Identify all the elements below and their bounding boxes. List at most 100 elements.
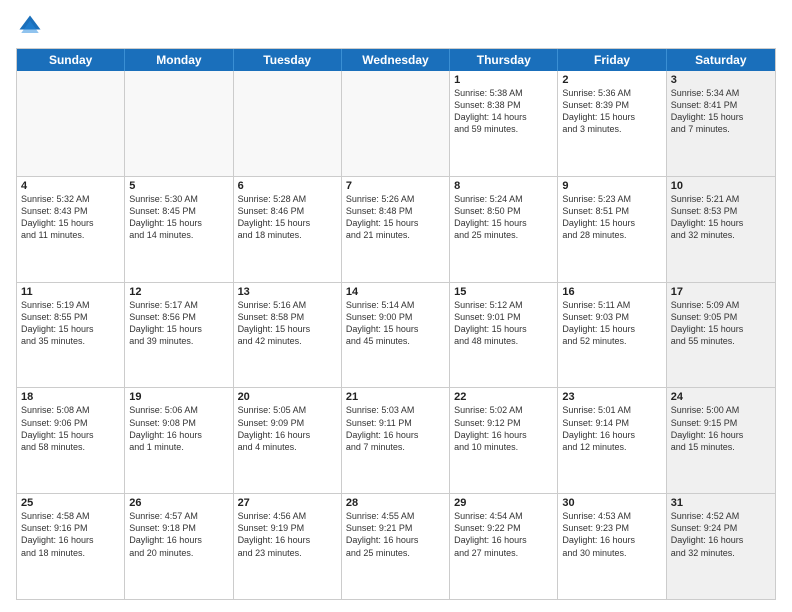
cell-info: Sunrise: 4:54 AM Sunset: 9:22 PM Dayligh… (454, 510, 553, 559)
calendar-cell (125, 71, 233, 176)
calendar-cell (342, 71, 450, 176)
calendar-cell: 29Sunrise: 4:54 AM Sunset: 9:22 PM Dayli… (450, 494, 558, 599)
day-number: 6 (238, 180, 337, 192)
calendar-cell: 30Sunrise: 4:53 AM Sunset: 9:23 PM Dayli… (558, 494, 666, 599)
cell-info: Sunrise: 4:58 AM Sunset: 9:16 PM Dayligh… (21, 510, 120, 559)
day-number: 13 (238, 286, 337, 298)
cell-info: Sunrise: 4:57 AM Sunset: 9:18 PM Dayligh… (129, 510, 228, 559)
day-number: 23 (562, 391, 661, 403)
calendar-cell: 9Sunrise: 5:23 AM Sunset: 8:51 PM Daylig… (558, 177, 666, 282)
cell-info: Sunrise: 4:55 AM Sunset: 9:21 PM Dayligh… (346, 510, 445, 559)
calendar-cell: 6Sunrise: 5:28 AM Sunset: 8:46 PM Daylig… (234, 177, 342, 282)
calendar-cell: 7Sunrise: 5:26 AM Sunset: 8:48 PM Daylig… (342, 177, 450, 282)
calendar-cell: 31Sunrise: 4:52 AM Sunset: 9:24 PM Dayli… (667, 494, 775, 599)
cell-info: Sunrise: 5:01 AM Sunset: 9:14 PM Dayligh… (562, 404, 661, 453)
calendar-week: 11Sunrise: 5:19 AM Sunset: 8:55 PM Dayli… (17, 283, 775, 389)
header-day: Friday (558, 49, 666, 71)
calendar-cell: 26Sunrise: 4:57 AM Sunset: 9:18 PM Dayli… (125, 494, 233, 599)
day-number: 5 (129, 180, 228, 192)
calendar-cell: 11Sunrise: 5:19 AM Sunset: 8:55 PM Dayli… (17, 283, 125, 388)
cell-info: Sunrise: 4:56 AM Sunset: 9:19 PM Dayligh… (238, 510, 337, 559)
cell-info: Sunrise: 5:08 AM Sunset: 9:06 PM Dayligh… (21, 404, 120, 453)
calendar-cell: 18Sunrise: 5:08 AM Sunset: 9:06 PM Dayli… (17, 388, 125, 493)
calendar-cell: 28Sunrise: 4:55 AM Sunset: 9:21 PM Dayli… (342, 494, 450, 599)
day-number: 24 (671, 391, 771, 403)
cell-info: Sunrise: 5:00 AM Sunset: 9:15 PM Dayligh… (671, 404, 771, 453)
header-day: Sunday (17, 49, 125, 71)
day-number: 17 (671, 286, 771, 298)
day-number: 30 (562, 497, 661, 509)
day-number: 10 (671, 180, 771, 192)
header-day: Tuesday (234, 49, 342, 71)
header-day: Thursday (450, 49, 558, 71)
day-number: 20 (238, 391, 337, 403)
day-number: 15 (454, 286, 553, 298)
calendar-body: 1Sunrise: 5:38 AM Sunset: 8:38 PM Daylig… (17, 71, 775, 599)
day-number: 28 (346, 497, 445, 509)
calendar-cell: 24Sunrise: 5:00 AM Sunset: 9:15 PM Dayli… (667, 388, 775, 493)
cell-info: Sunrise: 5:12 AM Sunset: 9:01 PM Dayligh… (454, 299, 553, 348)
calendar-header: SundayMondayTuesdayWednesdayThursdayFrid… (17, 49, 775, 71)
header-day: Wednesday (342, 49, 450, 71)
cell-info: Sunrise: 5:02 AM Sunset: 9:12 PM Dayligh… (454, 404, 553, 453)
calendar-week: 25Sunrise: 4:58 AM Sunset: 9:16 PM Dayli… (17, 494, 775, 599)
cell-info: Sunrise: 5:19 AM Sunset: 8:55 PM Dayligh… (21, 299, 120, 348)
cell-info: Sunrise: 4:52 AM Sunset: 9:24 PM Dayligh… (671, 510, 771, 559)
day-number: 18 (21, 391, 120, 403)
cell-info: Sunrise: 5:32 AM Sunset: 8:43 PM Dayligh… (21, 193, 120, 242)
cell-info: Sunrise: 5:11 AM Sunset: 9:03 PM Dayligh… (562, 299, 661, 348)
cell-info: Sunrise: 5:23 AM Sunset: 8:51 PM Dayligh… (562, 193, 661, 242)
day-number: 27 (238, 497, 337, 509)
cell-info: Sunrise: 5:14 AM Sunset: 9:00 PM Dayligh… (346, 299, 445, 348)
cell-info: Sunrise: 5:03 AM Sunset: 9:11 PM Dayligh… (346, 404, 445, 453)
calendar-cell: 22Sunrise: 5:02 AM Sunset: 9:12 PM Dayli… (450, 388, 558, 493)
calendar-cell: 10Sunrise: 5:21 AM Sunset: 8:53 PM Dayli… (667, 177, 775, 282)
logo-icon (16, 12, 44, 40)
calendar-cell: 14Sunrise: 5:14 AM Sunset: 9:00 PM Dayli… (342, 283, 450, 388)
day-number: 19 (129, 391, 228, 403)
calendar-cell: 5Sunrise: 5:30 AM Sunset: 8:45 PM Daylig… (125, 177, 233, 282)
header-day: Saturday (667, 49, 775, 71)
cell-info: Sunrise: 4:53 AM Sunset: 9:23 PM Dayligh… (562, 510, 661, 559)
calendar-cell: 23Sunrise: 5:01 AM Sunset: 9:14 PM Dayli… (558, 388, 666, 493)
day-number: 2 (562, 74, 661, 86)
calendar-cell: 16Sunrise: 5:11 AM Sunset: 9:03 PM Dayli… (558, 283, 666, 388)
day-number: 26 (129, 497, 228, 509)
day-number: 21 (346, 391, 445, 403)
calendar-cell: 21Sunrise: 5:03 AM Sunset: 9:11 PM Dayli… (342, 388, 450, 493)
calendar-week: 4Sunrise: 5:32 AM Sunset: 8:43 PM Daylig… (17, 177, 775, 283)
day-number: 11 (21, 286, 120, 298)
cell-info: Sunrise: 5:28 AM Sunset: 8:46 PM Dayligh… (238, 193, 337, 242)
cell-info: Sunrise: 5:24 AM Sunset: 8:50 PM Dayligh… (454, 193, 553, 242)
calendar-cell: 13Sunrise: 5:16 AM Sunset: 8:58 PM Dayli… (234, 283, 342, 388)
cell-info: Sunrise: 5:09 AM Sunset: 9:05 PM Dayligh… (671, 299, 771, 348)
calendar-cell: 19Sunrise: 5:06 AM Sunset: 9:08 PM Dayli… (125, 388, 233, 493)
calendar-cell (234, 71, 342, 176)
calendar: SundayMondayTuesdayWednesdayThursdayFrid… (16, 48, 776, 600)
day-number: 4 (21, 180, 120, 192)
calendar-cell: 8Sunrise: 5:24 AM Sunset: 8:50 PM Daylig… (450, 177, 558, 282)
day-number: 16 (562, 286, 661, 298)
calendar-cell: 25Sunrise: 4:58 AM Sunset: 9:16 PM Dayli… (17, 494, 125, 599)
cell-info: Sunrise: 5:26 AM Sunset: 8:48 PM Dayligh… (346, 193, 445, 242)
cell-info: Sunrise: 5:06 AM Sunset: 9:08 PM Dayligh… (129, 404, 228, 453)
calendar-cell: 1Sunrise: 5:38 AM Sunset: 8:38 PM Daylig… (450, 71, 558, 176)
day-number: 7 (346, 180, 445, 192)
calendar-cell: 2Sunrise: 5:36 AM Sunset: 8:39 PM Daylig… (558, 71, 666, 176)
calendar-cell: 12Sunrise: 5:17 AM Sunset: 8:56 PM Dayli… (125, 283, 233, 388)
calendar-week: 1Sunrise: 5:38 AM Sunset: 8:38 PM Daylig… (17, 71, 775, 177)
cell-info: Sunrise: 5:30 AM Sunset: 8:45 PM Dayligh… (129, 193, 228, 242)
cell-info: Sunrise: 5:05 AM Sunset: 9:09 PM Dayligh… (238, 404, 337, 453)
calendar-cell: 17Sunrise: 5:09 AM Sunset: 9:05 PM Dayli… (667, 283, 775, 388)
cell-info: Sunrise: 5:34 AM Sunset: 8:41 PM Dayligh… (671, 87, 771, 136)
day-number: 31 (671, 497, 771, 509)
calendar-cell: 15Sunrise: 5:12 AM Sunset: 9:01 PM Dayli… (450, 283, 558, 388)
cell-info: Sunrise: 5:16 AM Sunset: 8:58 PM Dayligh… (238, 299, 337, 348)
page: SundayMondayTuesdayWednesdayThursdayFrid… (0, 0, 792, 612)
calendar-cell: 27Sunrise: 4:56 AM Sunset: 9:19 PM Dayli… (234, 494, 342, 599)
calendar-week: 18Sunrise: 5:08 AM Sunset: 9:06 PM Dayli… (17, 388, 775, 494)
day-number: 14 (346, 286, 445, 298)
day-number: 25 (21, 497, 120, 509)
calendar-cell: 20Sunrise: 5:05 AM Sunset: 9:09 PM Dayli… (234, 388, 342, 493)
cell-info: Sunrise: 5:17 AM Sunset: 8:56 PM Dayligh… (129, 299, 228, 348)
